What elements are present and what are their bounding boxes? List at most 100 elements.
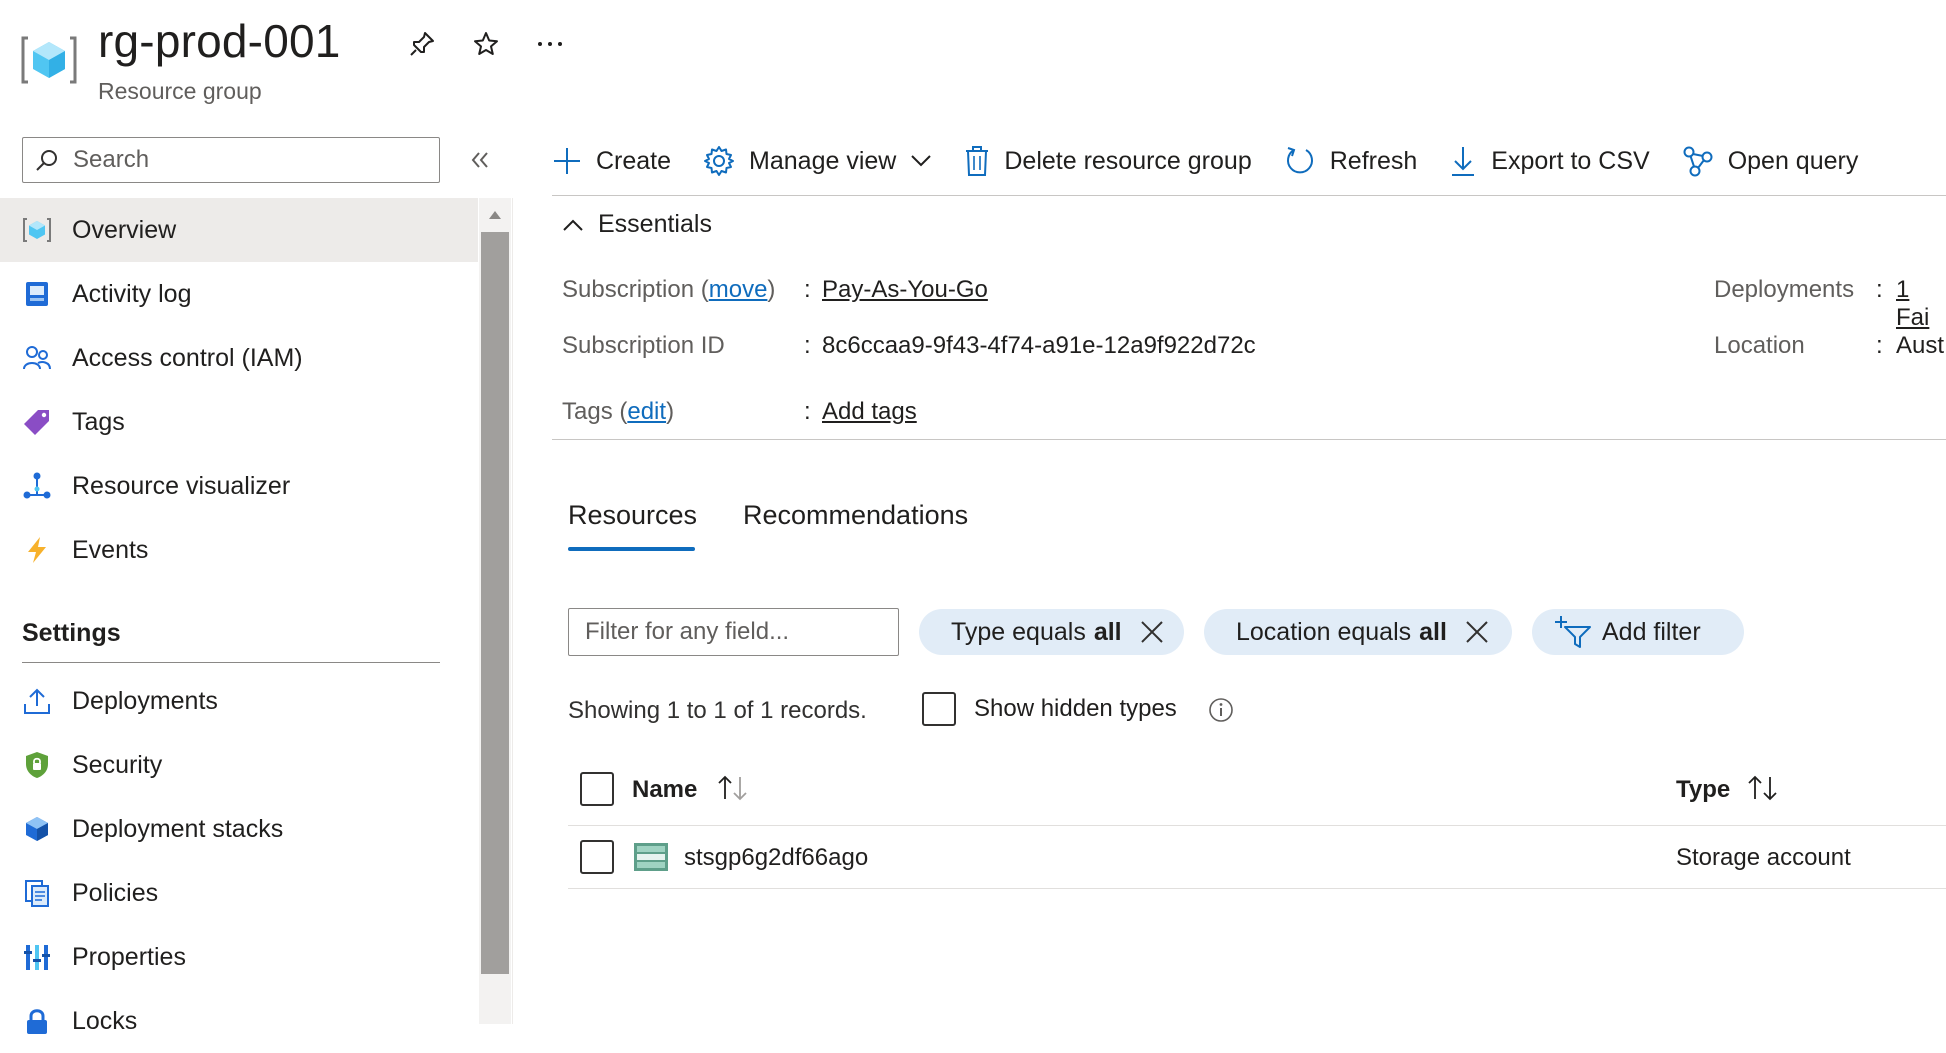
pin-button[interactable]	[402, 24, 442, 64]
location-filter-pill[interactable]: Location equals all	[1204, 609, 1512, 655]
export-csv-button[interactable]: Export to CSV	[1449, 145, 1650, 177]
triangle-up-icon	[489, 211, 501, 219]
close-icon	[1466, 621, 1488, 643]
sidebar-item-label: Policies	[72, 878, 159, 907]
location-value: Aust	[1896, 332, 1945, 359]
page-subtitle: Resource group	[98, 78, 262, 104]
sidebar-item-tags[interactable]: Tags	[0, 390, 478, 454]
essentials-toggle[interactable]: Essentials	[562, 210, 712, 239]
sidebar-item-deployments[interactable]: Deployments	[0, 669, 478, 733]
tag-icon	[22, 407, 52, 437]
sidebar-item-locks[interactable]: Locks	[0, 989, 478, 1053]
colon: :	[804, 332, 811, 359]
column-header-type[interactable]: Type	[1676, 776, 1730, 804]
manage-view-button[interactable]: Manage view	[703, 145, 932, 177]
add-filter-label: Add filter	[1602, 617, 1701, 646]
type-filter-pill[interactable]: Type equals all	[919, 609, 1184, 655]
toolbar-divider	[552, 195, 1946, 196]
sidebar-item-policies[interactable]: Policies	[0, 861, 478, 925]
filter-input[interactable]	[568, 608, 899, 656]
export-label: Export to CSV	[1491, 146, 1650, 175]
resource-name-link[interactable]: stsgp6g2df66ago	[684, 844, 868, 872]
sidebar-nav: Overview Activity log Access control (IA…	[0, 198, 478, 1053]
settings-section-label: Settings	[22, 619, 121, 647]
chevron-down-icon	[911, 155, 932, 167]
resource-group-icon	[22, 215, 52, 245]
gear-icon	[704, 146, 735, 176]
upload-icon	[22, 686, 52, 716]
tab-resources[interactable]: Resources	[568, 500, 697, 531]
row-checkbox[interactable]	[580, 840, 614, 874]
deployments-label: Deployments	[1714, 276, 1855, 303]
ellipsis-icon	[538, 42, 562, 46]
essentials-divider	[552, 439, 1946, 440]
sidebar-item-label: Access control (IAM)	[72, 343, 303, 372]
sidebar-item-overview[interactable]: Overview	[0, 198, 478, 262]
sidebar-item-resource-visualizer[interactable]: Resource visualizer	[0, 454, 478, 518]
open-query-label: Open query	[1727, 146, 1859, 175]
visualizer-icon	[22, 471, 52, 501]
sort-ascending-icon[interactable]	[716, 774, 750, 807]
sidebar-item-deployment-stacks[interactable]: Deployment stacks	[0, 797, 478, 861]
column-header-name[interactable]: Name	[632, 776, 697, 804]
table-row[interactable]: stsgp6g2df66ago Storage account	[568, 826, 1946, 888]
refresh-button[interactable]: Refresh	[1284, 145, 1418, 177]
sidebar-item-label: Resource visualizer	[72, 471, 291, 500]
add-filter-button[interactable]: Add filter	[1532, 609, 1744, 655]
query-graph-icon	[1683, 146, 1713, 177]
sidebar-item-events[interactable]: Events	[0, 518, 478, 582]
create-label: Create	[596, 146, 672, 175]
sidebar-item-properties[interactable]: Properties	[0, 925, 478, 989]
sidebar-item-access-control[interactable]: Access control (IAM)	[0, 326, 478, 390]
show-hidden-types-checkbox[interactable]	[922, 692, 956, 726]
colon: :	[1876, 332, 1883, 359]
sidebar-item-security[interactable]: Security	[0, 733, 478, 797]
delete-resource-group-button[interactable]: Delete resource group	[964, 145, 1252, 177]
cube-stack-icon	[22, 814, 52, 844]
tags-edit-link[interactable]: edit	[627, 398, 666, 425]
sidebar-scroll-thumb[interactable]	[481, 232, 509, 974]
remove-type-filter-button[interactable]	[1140, 620, 1164, 644]
sidebar-item-label: Activity log	[72, 279, 192, 308]
policy-icon	[22, 878, 52, 908]
select-all-checkbox[interactable]	[580, 772, 614, 806]
tags-label: Tags (edit)	[562, 398, 675, 425]
create-button[interactable]: Create	[552, 146, 671, 176]
subscription-link[interactable]: Pay-As-You-Go	[822, 276, 988, 304]
table-row-divider	[568, 888, 1946, 889]
deployments-link[interactable]: 1 Fai	[1896, 276, 1946, 332]
open-query-button[interactable]: Open query	[1682, 145, 1859, 177]
tab-recommendations[interactable]: Recommendations	[743, 500, 968, 531]
page-title: rg-prod-001	[98, 15, 341, 67]
location-label: Location	[1714, 332, 1805, 359]
sidebar-item-label: Overview	[72, 215, 177, 244]
subscription-id-label: Subscription ID	[562, 332, 725, 359]
chevron-up-icon	[563, 219, 583, 231]
remove-location-filter-button[interactable]	[1465, 620, 1489, 644]
settings-divider	[22, 662, 440, 663]
subscription-move-link[interactable]: move	[709, 276, 768, 303]
collapse-sidebar-button[interactable]	[462, 142, 498, 178]
sidebar-search[interactable]	[22, 137, 440, 183]
close-icon	[1140, 621, 1163, 643]
more-options-button[interactable]	[530, 24, 570, 64]
scroll-up-button[interactable]	[479, 204, 511, 226]
sort-icon[interactable]	[1746, 774, 1780, 807]
subscription-id-value: 8c6ccaa9-9f43-4f74-a91e-12a9f922d72c	[822, 332, 1256, 359]
plus-icon	[554, 148, 580, 174]
refresh-icon	[1286, 147, 1313, 174]
pin-icon	[410, 32, 434, 56]
sidebar-item-label: Locks	[72, 1006, 138, 1035]
show-hidden-types-label: Show hidden types	[974, 695, 1177, 722]
properties-icon	[22, 942, 52, 972]
info-icon[interactable]	[1208, 697, 1234, 728]
add-tags-link[interactable]: Add tags	[822, 398, 917, 426]
refresh-label: Refresh	[1329, 146, 1418, 175]
sidebar-search-input[interactable]	[71, 145, 415, 175]
double-chevron-left-icon	[471, 152, 488, 168]
favorite-button[interactable]	[466, 24, 506, 64]
location-filter-label: Location equals	[1236, 617, 1412, 646]
sidebar-item-activity-log[interactable]: Activity log	[0, 262, 478, 326]
sidebar-item-label: Events	[72, 535, 149, 564]
resource-group-icon	[20, 32, 78, 88]
